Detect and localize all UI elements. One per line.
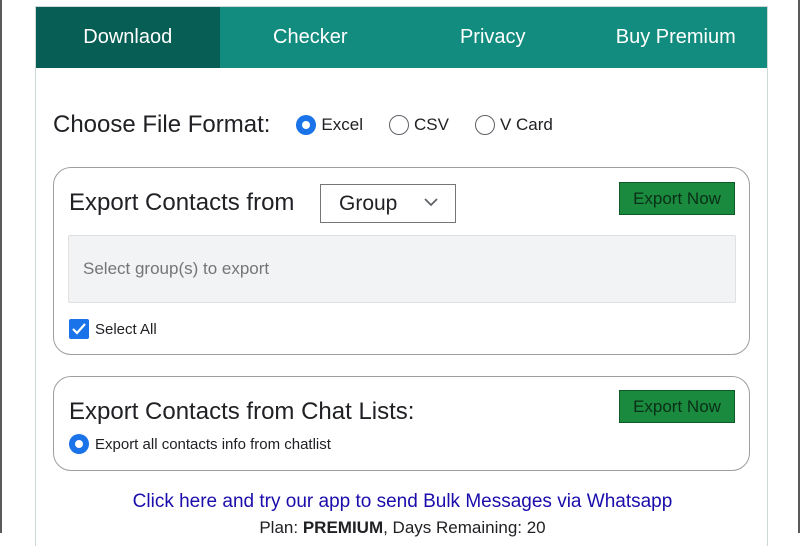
plan-status: Plan: PREMIUM, Days Remaining: 20 (36, 518, 769, 538)
file-format-row: Choose File Format: Excel CSV V Card (53, 111, 579, 139)
select-all-checkbox[interactable] (69, 319, 89, 339)
tab-privacy[interactable]: Privacy (401, 7, 585, 68)
window-edge-left (0, 0, 2, 533)
chatlist-export-option[interactable]: Export all contacts info from chatlist (69, 434, 331, 454)
radio-excel[interactable] (296, 115, 317, 135)
format-option-vcard[interactable]: V Card (474, 115, 553, 135)
file-format-label: Choose File Format: (53, 111, 271, 138)
tab-bar: Downlaod Checker Privacy Buy Premium (36, 7, 767, 68)
export-source-select[interactable]: Group (320, 184, 456, 223)
group-export-now-button[interactable]: Export Now (619, 182, 735, 215)
checkmark-icon (72, 323, 86, 335)
days-remaining: , Days Remaining: 20 (383, 518, 546, 537)
plan-prefix: Plan: (259, 518, 303, 537)
radio-csv[interactable] (388, 115, 409, 135)
format-option-excel[interactable]: Excel (296, 115, 363, 135)
radio-vcard[interactable] (474, 115, 495, 135)
format-option-csv[interactable]: CSV (388, 115, 449, 135)
tab-download[interactable]: Downlaod (36, 7, 220, 68)
select-all-row[interactable]: Select All (69, 319, 157, 339)
chevron-down-icon (424, 198, 438, 207)
chat-export-title: Export Contacts from Chat Lists: (69, 398, 415, 425)
format-option-label: V Card (499, 115, 553, 134)
chat-export-card: Export Contacts from Chat Lists: Export … (53, 376, 750, 471)
export-source-value: Group (339, 191, 398, 215)
group-export-title: Export Contacts from (69, 189, 295, 216)
tab-checker[interactable]: Checker (220, 7, 402, 68)
format-option-label: Excel (321, 115, 363, 134)
chatlist-option-label: Export all contacts info from chatlist (95, 435, 331, 453)
radio-chatlist[interactable] (69, 434, 89, 454)
format-option-label: CSV (413, 115, 449, 134)
group-export-card: Export Contacts from Group Export Now Se… (53, 167, 750, 355)
select-all-label: Select All (95, 320, 157, 338)
bulk-messages-promo-link[interactable]: Click here and try our app to send Bulk … (36, 491, 769, 513)
chat-export-now-button[interactable]: Export Now (619, 390, 735, 423)
tab-buy-premium[interactable]: Buy Premium (585, 7, 768, 68)
group-select-input[interactable]: Select group(s) to export (68, 235, 736, 303)
extension-popup: Downlaod Checker Privacy Buy Premium Cho… (35, 6, 768, 546)
plan-name: PREMIUM (302, 518, 384, 537)
